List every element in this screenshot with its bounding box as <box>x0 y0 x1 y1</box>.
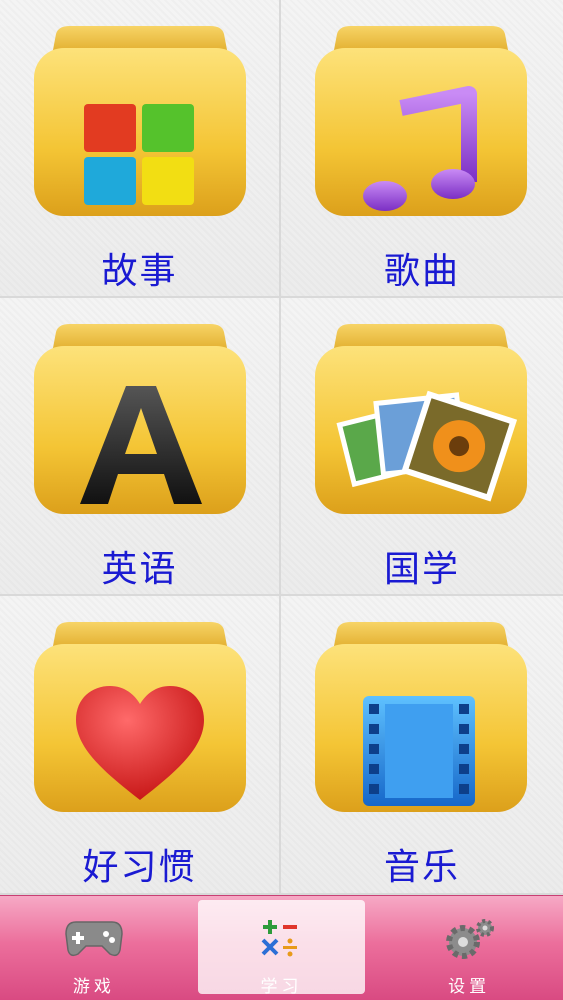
film-folder-icon <box>315 622 527 812</box>
menu-item-good-habits[interactable]: 好习惯 <box>0 596 281 895</box>
menu-item-label: 音乐 <box>383 847 460 888</box>
menu-item-english[interactable]: 英语 <box>0 298 281 596</box>
menu-grid: 故事 歌曲 英语 国学 好习惯 音乐 <box>0 0 563 895</box>
tab-settings[interactable]: 设置 <box>375 896 563 1000</box>
music-note-folder-icon <box>315 26 527 216</box>
menu-item-label: 好习惯 <box>82 847 197 888</box>
tab-label: 设置 <box>448 977 491 997</box>
menu-item-story[interactable]: 故事 <box>0 0 281 298</box>
photos-folder-icon <box>315 324 527 514</box>
tab-games[interactable]: 游戏 <box>0 896 188 1000</box>
blocks-folder-icon <box>34 26 246 216</box>
tab-label: 学习 <box>260 977 303 997</box>
menu-item-label: 故事 <box>101 251 178 292</box>
menu-item-classics[interactable]: 国学 <box>281 298 563 596</box>
letter-a-folder-icon <box>34 324 246 514</box>
gamepad-icon <box>65 921 123 957</box>
menu-item-music[interactable]: 音乐 <box>281 596 563 895</box>
menu-item-label: 国学 <box>383 549 460 590</box>
menu-item-songs[interactable]: 歌曲 <box>281 0 563 298</box>
tab-study[interactable]: 学习 <box>188 896 376 1000</box>
menu-item-label: 英语 <box>101 549 178 590</box>
heart-folder-icon <box>34 622 246 812</box>
tab-bar: 游戏 学习 设置 <box>0 895 563 1000</box>
math-symbols-icon <box>261 920 297 957</box>
tab-label: 游戏 <box>72 977 115 997</box>
gears-icon <box>446 919 495 959</box>
menu-item-label: 歌曲 <box>383 251 460 292</box>
